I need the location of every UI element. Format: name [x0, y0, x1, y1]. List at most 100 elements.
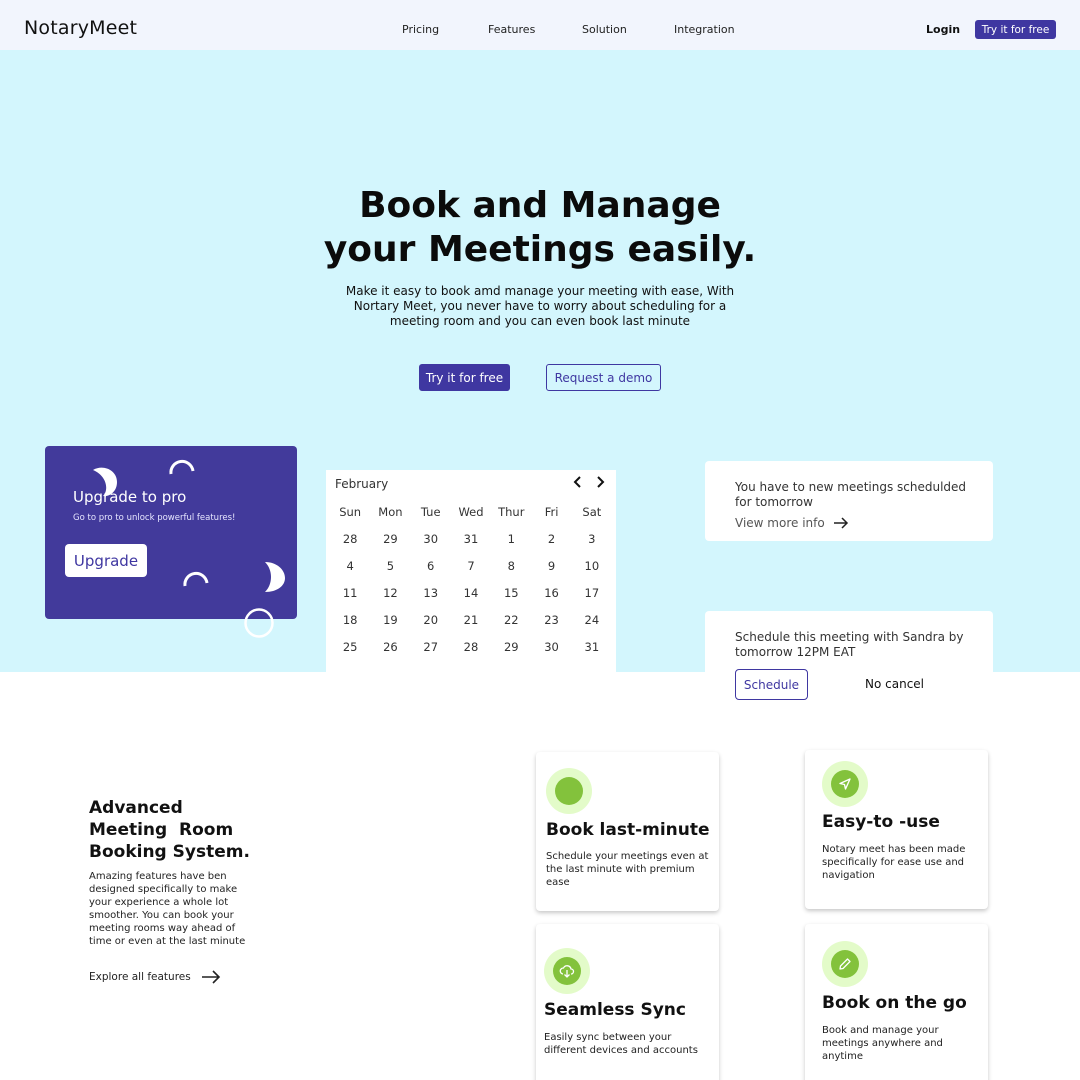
ring-shape-icon	[244, 608, 274, 638]
features-description: Amazing features have ben designed speci…	[89, 871, 246, 947]
calendar-day[interactable]: 5	[370, 559, 410, 573]
calendar-day[interactable]: 2	[531, 532, 571, 546]
hero-subtitle: Make it easy to book amd manage your mee…	[345, 284, 735, 328]
calendar-day[interactable]: 21	[451, 613, 491, 627]
meetings-notification-card: You have to new meetings schedulded for …	[705, 461, 993, 541]
upgrade-button[interactable]: Upgrade	[65, 544, 147, 577]
calendar-day[interactable]: 27	[411, 640, 451, 654]
features-title: Advanced Meeting Room Booking System.	[89, 798, 250, 862]
calendar-day[interactable]: 17	[572, 586, 612, 600]
feature-card-seamless-sync[interactable]: Seamless Sync Easily sync between your d…	[536, 924, 719, 1080]
feature-card-desc: Schedule your meetings even at the last …	[546, 851, 709, 888]
login-link[interactable]: Login	[926, 23, 960, 36]
cloud-download-glyph	[559, 965, 575, 978]
calendar-day[interactable]: 20	[411, 613, 451, 627]
calendar-week-row: 18 19 20 21 22 23 24	[330, 606, 612, 633]
feature-card-book-on-the-go[interactable]: Book on the go Book and manage your meet…	[805, 924, 988, 1080]
view-more-info-link[interactable]: View more info	[735, 516, 849, 530]
feature-card-book-last-minute[interactable]: Book last-minute Schedule your meetings …	[536, 752, 719, 911]
request-demo-button[interactable]: Request a demo	[546, 364, 661, 391]
calendar-week-row: 11 12 13 14 15 16 17	[330, 579, 612, 606]
pencil-icon-inner	[831, 950, 859, 978]
calendar-day[interactable]: 1	[491, 532, 531, 546]
circle-icon	[546, 768, 592, 814]
upgrade-subtitle: Go to pro to unlock powerful features!	[73, 513, 236, 523]
calendar-grid: Sun Mon Tue Wed Thur Fri Sat 28 29 30 31…	[330, 498, 612, 660]
arc-shape-icon	[183, 571, 209, 587]
logo[interactable]: NotaryMeet	[24, 17, 137, 39]
send-icon-glyph	[839, 778, 851, 790]
calendar-day[interactable]: 9	[531, 559, 571, 573]
cloud-sync-icon	[544, 948, 590, 994]
view-more-info-label: View more info	[735, 516, 825, 530]
feature-card-desc: Easily sync between your different devic…	[544, 1032, 698, 1056]
calendar-day[interactable]: 6	[411, 559, 451, 573]
calendar-day[interactable]: 16	[531, 586, 571, 600]
top-nav: NotaryMeet Pricing Features Solution Int…	[0, 0, 1080, 50]
calendar-day[interactable]: 19	[370, 613, 410, 627]
send-icon	[822, 761, 868, 807]
nav-link-pricing[interactable]: Pricing	[402, 23, 439, 36]
cloud-sync-icon-inner	[553, 957, 581, 985]
calendar-day[interactable]: 31	[451, 532, 491, 546]
calendar-day[interactable]: 30	[531, 640, 571, 654]
weekday-label: Fri	[544, 504, 559, 519]
calendar-day[interactable]: 29	[491, 640, 531, 654]
calendar-day[interactable]: 4	[330, 559, 370, 573]
calendar-day[interactable]: 28	[330, 532, 370, 546]
calendar-day[interactable]: 29	[370, 532, 410, 546]
calendar-day[interactable]: 25	[330, 640, 370, 654]
calendar-day[interactable]: 31	[572, 640, 612, 654]
weekday-label: Mon	[378, 504, 403, 519]
calendar-day[interactable]: 23	[531, 613, 571, 627]
hero-try-free-button[interactable]: Try it for free	[419, 364, 510, 391]
calendar-day[interactable]: 15	[491, 586, 531, 600]
calendar-widget: February Sun Mon Tue Wed Thur Fri Sat 28…	[326, 470, 616, 672]
hero-title-line1: Book and Manage	[359, 185, 721, 226]
calendar-day[interactable]: 18	[330, 613, 370, 627]
weekday-label: Tue	[420, 504, 441, 519]
feature-card-title: Book last-minute	[546, 820, 710, 840]
explore-features-label: Explore all features	[89, 971, 191, 983]
weekday-label: Wed	[458, 504, 484, 519]
arrow-right-icon	[833, 517, 848, 529]
calendar-week-row: 28 29 30 31 1 2 3	[330, 525, 612, 552]
calendar-day[interactable]: 7	[451, 559, 491, 573]
calendar-day[interactable]: 24	[572, 613, 612, 627]
no-cancel-button[interactable]: No cancel	[865, 677, 924, 691]
feature-card-title: Seamless Sync	[544, 1000, 686, 1020]
feature-card-desc: Notary meet has been made specifically f…	[822, 844, 966, 881]
explore-features-link[interactable]: Explore all features	[89, 970, 221, 984]
calendar-day[interactable]: 14	[451, 586, 491, 600]
arrow-right-icon	[201, 970, 220, 984]
weekday-label: Sat	[582, 504, 602, 519]
nav-link-features[interactable]: Features	[488, 23, 535, 36]
schedule-button[interactable]: Schedule	[735, 669, 808, 700]
calendar-day[interactable]: 3	[572, 532, 612, 546]
calendar-month: February	[335, 477, 389, 491]
calendar-day[interactable]: 30	[411, 532, 451, 546]
nav-try-free-button[interactable]: Try it for free	[975, 20, 1056, 39]
nav-link-solution[interactable]: Solution	[582, 23, 627, 36]
nav-link-integration[interactable]: Integration	[674, 23, 735, 36]
pencil-icon	[822, 941, 868, 987]
crescent-shape-icon	[265, 562, 285, 592]
chevron-left-icon[interactable]	[571, 475, 585, 489]
chevron-right-icon[interactable]	[593, 475, 607, 489]
feature-card-easy-to-use[interactable]: Easy-to -use Notary meet has been made s…	[805, 750, 988, 909]
calendar-day[interactable]: 10	[572, 559, 612, 573]
calendar-day[interactable]: 22	[491, 613, 531, 627]
calendar-day[interactable]: 26	[370, 640, 410, 654]
calendar-day[interactable]: 28	[451, 640, 491, 654]
feature-card-desc: Book and manage your meetings anywhere a…	[822, 1025, 943, 1062]
calendar-day[interactable]: 12	[370, 586, 410, 600]
calendar-day[interactable]: 8	[491, 559, 531, 573]
hero-title-line2: your Meetings easily.	[323, 229, 757, 270]
calendar-day[interactable]: 11	[330, 586, 370, 600]
feature-card-title: Book on the go	[822, 993, 967, 1013]
calendar-day[interactable]: 13	[411, 586, 451, 600]
arc-shape-icon	[169, 459, 195, 475]
hero-title: Book and Manage your Meetings easily.	[0, 184, 1080, 272]
upgrade-title: Upgrade to pro	[73, 488, 187, 506]
pencil-glyph	[839, 958, 851, 970]
